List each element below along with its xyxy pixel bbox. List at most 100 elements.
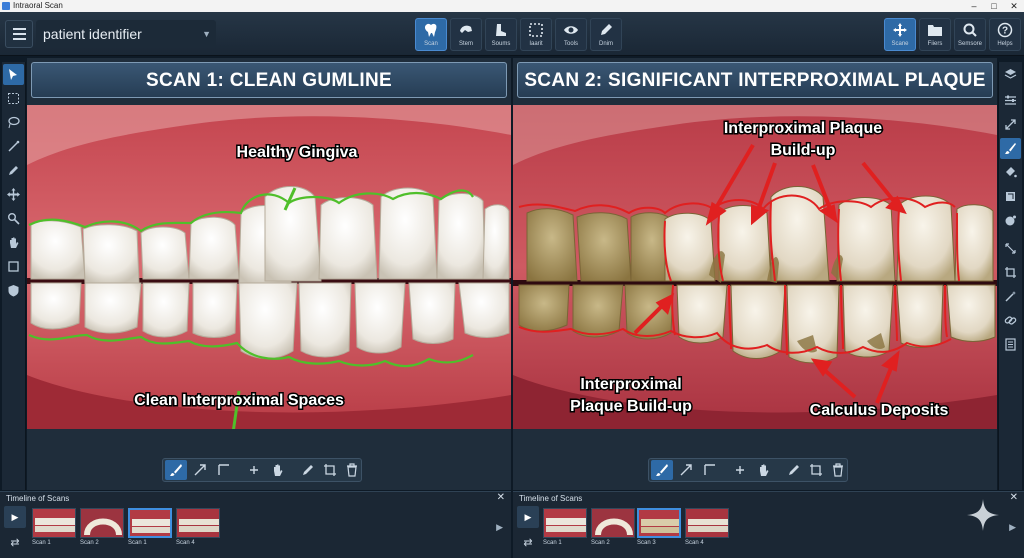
soums-button[interactable]: Soums: [485, 18, 517, 51]
delete-button[interactable]: [827, 460, 849, 480]
delete-button[interactable]: [341, 460, 363, 480]
move-tool[interactable]: [3, 184, 24, 205]
cursor-icon: [9, 69, 17, 80]
pen-icon: [789, 465, 799, 475]
pen-tool[interactable]: [783, 460, 805, 480]
hand-icon: [760, 464, 769, 476]
fiiers-button[interactable]: Fiiers: [919, 18, 951, 51]
minimize-button[interactable]: –: [964, 0, 984, 12]
patient-identifier-dropdown[interactable]: patient identifier ▼: [36, 20, 216, 48]
window-title: Intraoral Scan: [13, 1, 63, 10]
pointer-tool[interactable]: [3, 64, 24, 85]
measure-tool[interactable]: [1000, 114, 1021, 135]
pan-tool[interactable]: [3, 232, 24, 253]
play-button[interactable]: ▶: [517, 506, 539, 528]
shield-tool[interactable]: [3, 280, 24, 301]
frame-tool[interactable]: [3, 256, 24, 277]
timeline-2-thumb-1[interactable]: Scan 1: [543, 508, 587, 550]
wand-tool[interactable]: [1000, 286, 1021, 307]
crop-tool[interactable]: [805, 460, 827, 480]
dnim-button[interactable]: Dnim: [590, 18, 622, 51]
iaarit-button[interactable]: Iaarit: [520, 18, 552, 51]
color-tool[interactable]: [1000, 186, 1021, 207]
arrow-tool[interactable]: [675, 460, 697, 480]
palette-icon: [1006, 192, 1015, 201]
panel-2-title: SCAN 2: SIGNIFICANT INTERPROXIMAL PLAQUE: [517, 62, 993, 98]
blob-icon: [1005, 215, 1016, 226]
timeline-2-thumb-4[interactable]: Scan 4: [685, 508, 729, 550]
swap-button[interactable]: ⇄: [4, 534, 26, 552]
right-tool-palette: [998, 62, 1022, 490]
line-tool[interactable]: [3, 136, 24, 157]
point-tool[interactable]: [729, 460, 751, 480]
pen-icon: [303, 465, 313, 475]
link-tool[interactable]: [1000, 310, 1021, 331]
timeline-1-thumb-2[interactable]: Scan 2: [80, 508, 124, 550]
fill-tool[interactable]: [1000, 162, 1021, 183]
magnifier-icon: [8, 213, 20, 225]
brush-tool[interactable]: [1000, 138, 1021, 159]
timeline-2-scroll-right[interactable]: ▶: [1009, 522, 1016, 533]
eye-icon: [564, 26, 578, 34]
pencil-tool[interactable]: [3, 160, 24, 181]
arrow-tool[interactable]: [189, 460, 211, 480]
play-icon: ▶: [524, 512, 532, 522]
timeline-2-thumb-2[interactable]: Scan 2: [591, 508, 635, 550]
hamburger-menu-button[interactable]: [5, 20, 33, 48]
crop-icon: [324, 464, 336, 476]
brush-icon: [1005, 143, 1016, 154]
crop-tool[interactable]: [1000, 262, 1021, 283]
zoom-tool[interactable]: [3, 208, 24, 229]
timeline-1-thumb-1[interactable]: Scan 1: [32, 508, 76, 550]
plus-icon: [250, 466, 258, 474]
timeline-1-thumb-3[interactable]: Scan 1: [128, 508, 172, 550]
pan-dropdown[interactable]: [267, 460, 295, 480]
play-icon: ▶: [11, 512, 19, 522]
rect-select-tool[interactable]: [3, 88, 24, 109]
maximize-button[interactable]: □: [984, 0, 1004, 12]
scale-tool[interactable]: [1000, 238, 1021, 259]
pan-dropdown[interactable]: [753, 460, 781, 480]
close-button[interactable]: ✕: [1004, 0, 1024, 12]
corner-frame-icon: [704, 464, 715, 475]
crop-tool[interactable]: [319, 460, 341, 480]
brush-tool[interactable]: [651, 460, 673, 480]
point-tool[interactable]: [243, 460, 265, 480]
stem-button[interactable]: Stem: [450, 18, 482, 51]
timeline-1-close-button[interactable]: ✕: [497, 492, 505, 503]
tools-button[interactable]: Tools: [555, 18, 587, 51]
timeline-1-scroll-right[interactable]: ▶: [496, 522, 503, 533]
shape-dropdown[interactable]: [699, 460, 727, 480]
scane-button[interactable]: Scane: [884, 18, 916, 51]
select-frame-icon: [529, 23, 543, 37]
timeline-1-thumb-4[interactable]: Scan 4: [176, 508, 220, 550]
document-icon: [1005, 338, 1016, 351]
brush-tool[interactable]: [165, 460, 187, 480]
layers-tool[interactable]: [1000, 64, 1021, 85]
pencil-icon: [9, 166, 18, 175]
swap-button[interactable]: ⇄: [517, 534, 539, 552]
trash-icon: [833, 463, 843, 477]
pen-tool[interactable]: [297, 460, 319, 480]
hand-icon: [274, 464, 283, 476]
scan-2-image[interactable]: Interproximal Plaque Build-up Interproxi…: [513, 105, 997, 429]
report-tool[interactable]: [1000, 334, 1021, 355]
resize-icon: [1005, 243, 1016, 254]
lasso-tool[interactable]: [3, 112, 24, 133]
play-button[interactable]: ▶: [4, 506, 26, 528]
annotation-calculus-deposits: Calculus Deposits: [810, 402, 949, 419]
semsore-button[interactable]: Semsore: [954, 18, 986, 51]
sliders-tool[interactable]: [1000, 90, 1021, 111]
scan-1-image[interactable]: Healthy Gingiva Clean Interproximal Spac…: [27, 105, 511, 429]
timeline-2-thumb-3[interactable]: Scan 3: [637, 508, 681, 550]
layers-icon: [1004, 69, 1017, 79]
shape-tool[interactable]: [1000, 210, 1021, 231]
timeline-2-title: Timeline of Scans: [519, 494, 583, 503]
line-icon: [8, 140, 20, 152]
helps-button[interactable]: ? Helps: [989, 18, 1021, 51]
stem-icon: [460, 25, 472, 33]
folder-icon: [928, 25, 942, 36]
timeline-2-close-button[interactable]: ✕: [1010, 492, 1018, 503]
scan-button[interactable]: Scan: [415, 18, 447, 51]
shape-dropdown[interactable]: [213, 460, 241, 480]
